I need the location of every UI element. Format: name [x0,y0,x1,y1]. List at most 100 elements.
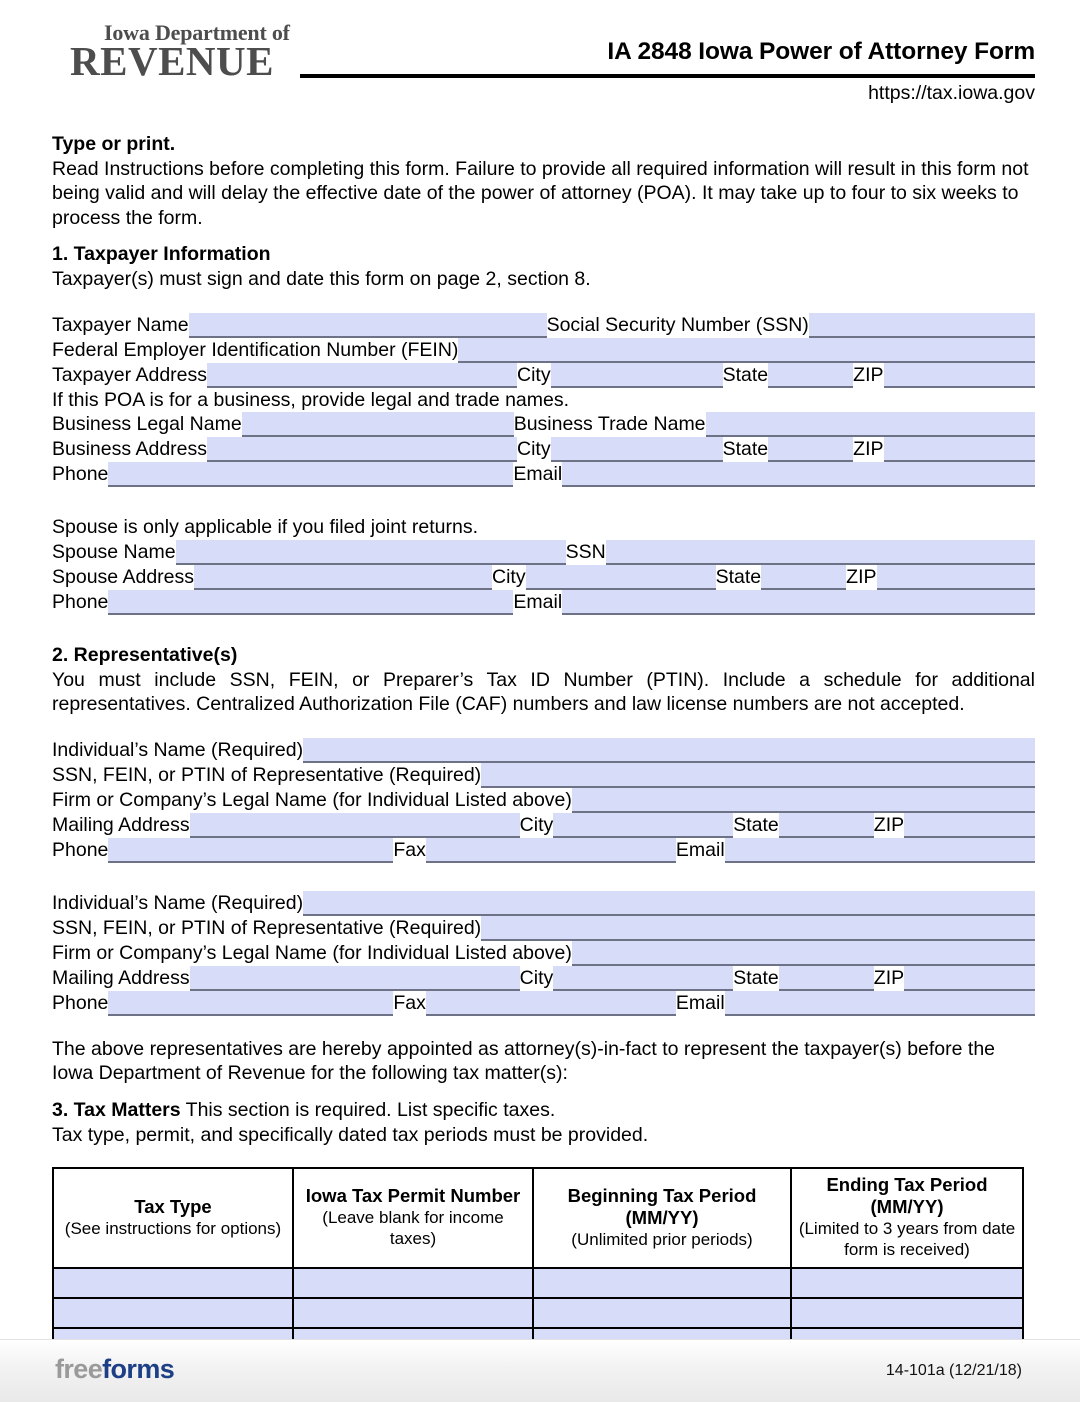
input-rep1-city[interactable] [553,812,734,838]
label-rep1-city: City [519,812,554,838]
label-business-trade-name: Business Trade Name [513,412,706,437]
cell-permit-number[interactable] [292,1297,534,1329]
form-page: Iowa Department of REVENUE IA 2848 Iowa … [0,0,1080,1402]
input-phone[interactable] [108,462,514,487]
label-fein: Federal Employer Identification Number (… [52,337,459,363]
form-content: Type or print. Read Instructions before … [52,114,1035,1389]
iowa-dor-logo: Iowa Department of REVENUE [70,22,330,82]
input-rep1-ssn-fein-ptin[interactable] [481,762,1035,788]
th-permit-number-sub: (Leave blank for income taxes) [322,1208,504,1248]
input-rep2-mailing-address[interactable] [189,965,520,991]
input-rep2-ssn-fein-ptin[interactable] [481,915,1035,941]
label-taxpayer-zip: ZIP [853,362,884,388]
input-business-city[interactable] [550,437,723,462]
input-spouse-phone[interactable] [108,589,514,615]
input-spouse-zip[interactable] [876,564,1035,590]
th-beginning-period: Beginning Tax Period (MM/YY) (Unlimited … [532,1167,792,1269]
row-spouse-phone-email: Phone Email [52,589,1035,615]
cell-permit-number[interactable] [292,1267,534,1299]
cell-tax-type[interactable] [52,1297,294,1329]
input-rep1-state[interactable] [778,812,874,838]
label-email: Email [513,462,563,487]
th-ending-period-sub: (Limited to 3 years from date form is re… [798,1219,1016,1259]
input-rep2-firm-name[interactable] [571,940,1035,966]
label-rep1-individual-name: Individual’s Name (Required) [52,737,304,763]
th-beginning-period-sub: (Unlimited prior periods) [571,1229,753,1249]
th-tax-type-main: Tax Type [134,1195,212,1217]
input-taxpayer-name[interactable] [188,312,547,338]
label-rep1-mailing-address: Mailing Address [52,812,190,838]
cell-tax-type[interactable] [52,1267,294,1299]
label-rep2-mailing-address: Mailing Address [52,965,190,991]
label-rep1-fax: Fax [393,837,426,863]
label-rep1-state: State [733,812,779,838]
label-taxpayer-name: Taxpayer Name [52,312,189,338]
input-rep1-zip[interactable] [904,812,1035,838]
input-rep2-fax[interactable] [425,990,676,1016]
input-ssn[interactable] [808,312,1035,338]
input-spouse-name[interactable] [175,539,566,565]
label-rep2-zip: ZIP [873,965,905,991]
input-rep1-mailing-address[interactable] [189,812,520,838]
cell-ending-period[interactable] [790,1297,1024,1329]
label-spouse-name: Spouse Name [52,539,176,565]
label-rep1-email: Email [675,837,725,863]
input-rep2-phone[interactable] [108,990,394,1016]
freeforms-logo-free: free [55,1354,103,1384]
cell-beginning-period[interactable] [532,1297,792,1329]
page-title: IA 2848 Iowa Power of Attorney Form [607,38,1035,65]
row-taxpayer-phone-email: Phone Email [52,462,1035,487]
row-spouse-name: Spouse Name SSN [52,539,1035,565]
input-rep1-fax[interactable] [425,837,676,863]
label-spouse-address: Spouse Address [52,564,195,590]
section-3-subtext: Tax type, permit, and specifically dated… [52,1123,649,1146]
input-rep2-zip[interactable] [904,965,1035,991]
row-rep1-name: Individual’s Name (Required) [52,737,1035,763]
input-business-state[interactable] [768,437,854,462]
row-taxpayer-address: Taxpayer Address City State ZIP [52,362,1035,388]
section-1-heading: 1. Taxpayer Information [52,243,271,265]
input-spouse-ssn[interactable] [605,539,1035,565]
label-spouse-city: City [492,564,526,590]
form-revision-code: 14-101a (12/21/18) [885,1362,1022,1379]
input-rep1-firm-name[interactable] [571,787,1035,813]
table-header-row: Tax Type (See instructions for options) … [52,1167,1024,1269]
input-spouse-address[interactable] [194,564,493,590]
input-business-address[interactable] [207,437,518,462]
cell-beginning-period[interactable] [532,1267,792,1299]
th-ending-period: Ending Tax Period (MM/YY) (Limited to 3 … [790,1167,1024,1269]
input-rep2-state[interactable] [778,965,874,991]
row-rep1-ssn: SSN, FEIN, or PTIN of Representative (Re… [52,762,1035,788]
input-rep2-email[interactable] [724,990,1035,1016]
input-email[interactable] [562,462,1035,487]
row-rep1-firm: Firm or Company’s Legal Name (for Indivi… [52,787,1035,813]
input-spouse-state[interactable] [761,564,847,590]
row-rep1-address: Mailing Address City State ZIP [52,812,1035,838]
input-business-zip[interactable] [883,437,1035,462]
type-or-print-note: Type or print. [52,133,176,155]
input-rep1-email[interactable] [724,837,1035,863]
row-rep2-firm: Firm or Company’s Legal Name (for Indivi… [52,940,1035,966]
page-header: Iowa Department of REVENUE IA 2848 Iowa … [45,0,1035,114]
section-2-body: You must include SSN, FEIN, or Preparer’… [52,668,1035,716]
label-rep1-firm-name: Firm or Company’s Legal Name (for Indivi… [52,787,572,813]
input-rep2-city[interactable] [553,965,734,991]
label-rep2-email: Email [675,990,725,1016]
input-fein[interactable] [458,337,1035,363]
input-taxpayer-zip[interactable] [883,362,1035,388]
label-ssn: Social Security Number (SSN) [546,312,809,338]
input-business-legal-name[interactable] [241,412,514,437]
label-business-state: State [722,437,769,462]
input-business-trade-name[interactable] [705,412,1035,437]
label-business-city: City [517,437,551,462]
input-taxpayer-address[interactable] [207,362,518,388]
input-taxpayer-state[interactable] [768,362,854,388]
input-taxpayer-city[interactable] [550,362,723,388]
input-rep1-phone[interactable] [108,837,394,863]
input-spouse-city[interactable] [525,564,716,590]
input-rep1-individual-name[interactable] [303,737,1035,763]
cell-ending-period[interactable] [790,1267,1024,1299]
input-rep2-individual-name[interactable] [303,890,1035,916]
input-spouse-email[interactable] [562,589,1035,615]
th-permit-number: Iowa Tax Permit Number (Leave blank for … [292,1167,534,1269]
